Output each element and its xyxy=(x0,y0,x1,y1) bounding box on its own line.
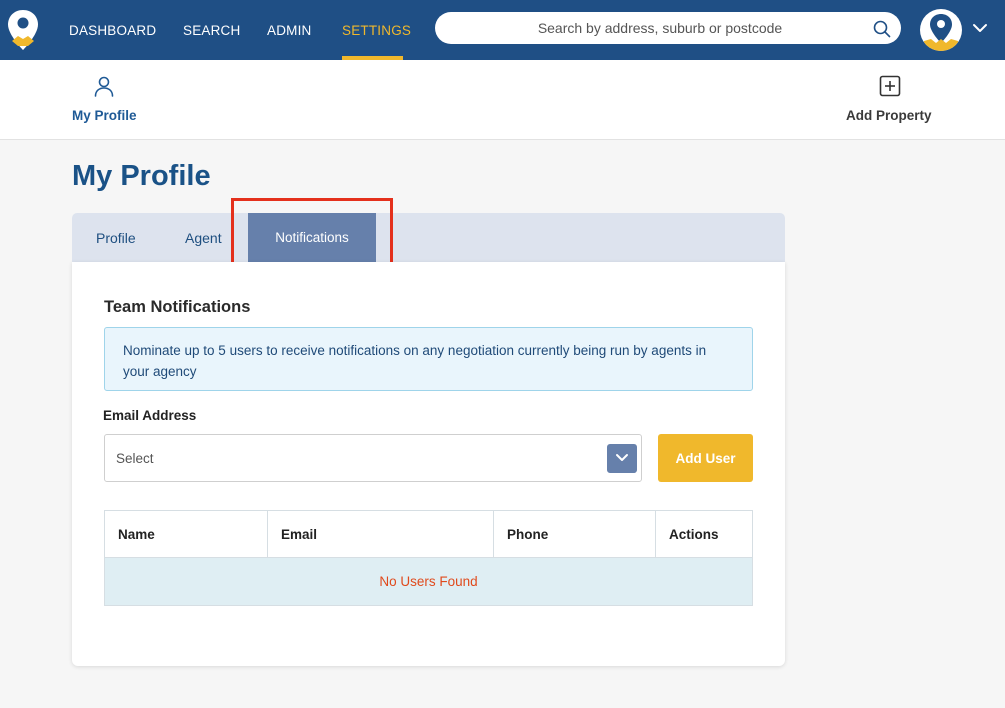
profile-tabs: Profile Agent xyxy=(72,213,785,262)
section-title: Team Notifications xyxy=(104,298,251,316)
column-header-email: Email xyxy=(267,511,493,558)
subnav-add-property[interactable]: Add Property xyxy=(840,60,940,140)
address-search-input[interactable] xyxy=(455,12,865,44)
tab-agent[interactable]: Agent xyxy=(185,230,222,246)
add-square-icon xyxy=(879,75,901,97)
users-table: Name Email Phone Actions No Users Found xyxy=(104,510,753,606)
column-header-phone: Phone xyxy=(493,511,655,558)
info-alert-text: Nominate up to 5 users to receive notifi… xyxy=(123,343,707,379)
chevron-down-icon[interactable] xyxy=(972,22,988,34)
table-header: Name Email Phone Actions xyxy=(105,511,752,558)
nav-search[interactable]: SEARCH xyxy=(183,23,240,38)
nav-admin[interactable]: ADMIN xyxy=(267,23,312,38)
top-navigation-bar: DASHBOARD SEARCH ADMIN SETTINGS xyxy=(0,0,1005,60)
email-select-toggle[interactable] xyxy=(607,444,637,473)
email-select[interactable]: Select xyxy=(104,434,642,482)
nav-settings[interactable]: SETTINGS xyxy=(342,23,411,38)
page-title: My Profile xyxy=(72,160,211,192)
email-select-value: Select xyxy=(116,451,154,466)
user-avatar[interactable] xyxy=(920,9,962,51)
subnav-my-profile-label: My Profile xyxy=(72,108,137,123)
tab-profile[interactable]: Profile xyxy=(96,230,136,246)
column-header-name: Name xyxy=(118,527,155,542)
info-alert: Nominate up to 5 users to receive notifi… xyxy=(104,327,753,391)
subnav-add-property-label: Add Property xyxy=(846,108,932,123)
search-icon[interactable] xyxy=(873,20,891,38)
app-logo-icon[interactable] xyxy=(6,8,40,52)
address-search xyxy=(435,12,901,44)
subnav-my-profile[interactable]: My Profile xyxy=(60,60,148,140)
email-address-label: Email Address xyxy=(103,408,197,423)
table-empty-row: No Users Found xyxy=(105,558,752,605)
chevron-down-icon xyxy=(616,454,628,461)
nav-dashboard[interactable]: DASHBOARD xyxy=(69,23,156,38)
sub-navigation: My Profile Add Property xyxy=(0,60,1005,140)
column-header-actions: Actions xyxy=(655,511,752,558)
avatar-logo-icon xyxy=(924,14,958,51)
user-icon xyxy=(94,76,114,97)
add-user-button[interactable]: Add User xyxy=(658,434,753,482)
